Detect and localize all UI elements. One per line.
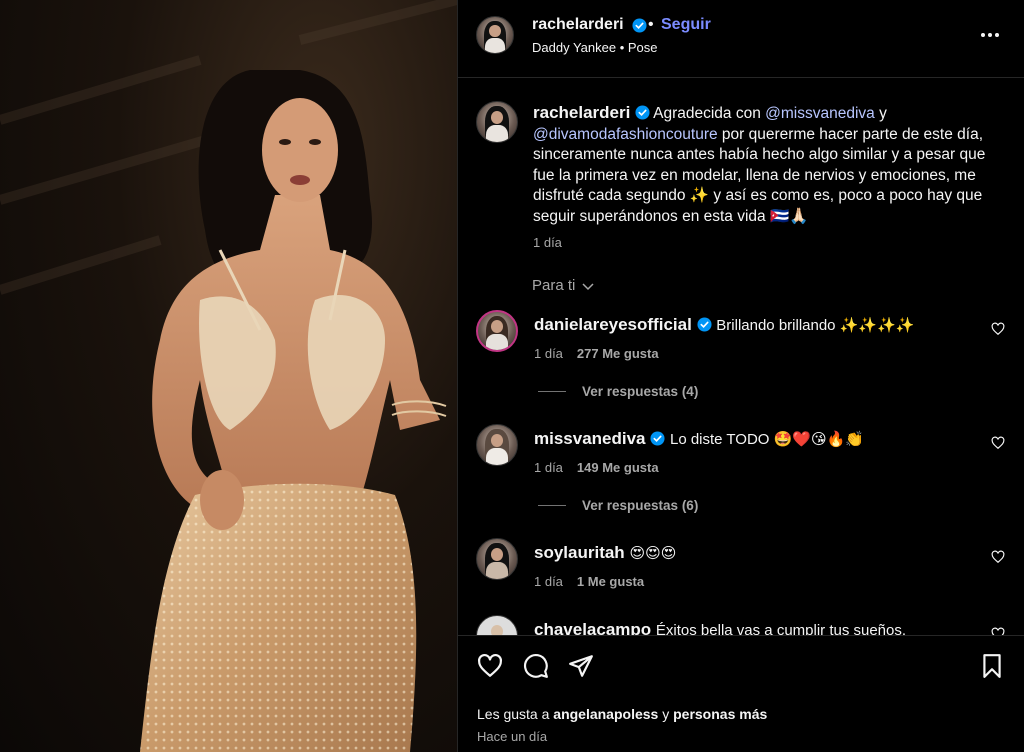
sort-label: Para ti xyxy=(532,277,576,294)
comment-meta: 1 día 1 Me gusta xyxy=(534,574,644,589)
commenter-avatar[interactable] xyxy=(476,424,518,466)
comment-icon[interactable] xyxy=(523,653,549,679)
post-timestamp[interactable]: Hace un día xyxy=(477,729,547,744)
comment-likes[interactable]: 277 Me gusta xyxy=(577,346,659,361)
likes-mid: y xyxy=(658,706,674,722)
heart-icon[interactable] xyxy=(991,550,1005,564)
mention-link[interactable]: @divamodafashioncouture xyxy=(533,126,718,143)
likes-suffix[interactable]: personas más xyxy=(673,706,767,722)
comment-item: soylauritah 😍😍😍 1 día 1 Me gusta xyxy=(458,538,1024,598)
caption-username[interactable]: rachelarderi xyxy=(533,103,630,122)
comment-username[interactable]: danielareyesofficial Brillando brillando… xyxy=(534,315,914,335)
share-icon[interactable] xyxy=(568,653,594,679)
comment-meta: 1 día 149 Me gusta xyxy=(534,460,659,475)
caption-text: y xyxy=(874,105,887,122)
view-replies-label: Ver respuestas (6) xyxy=(582,498,699,513)
comment-meta: 1 día 277 Me gusta xyxy=(534,346,659,361)
heart-icon[interactable] xyxy=(991,322,1005,336)
comment-likes[interactable]: 1 Me gusta xyxy=(577,574,644,589)
likes-summary[interactable]: Les gusta a angelanapoless y personas má… xyxy=(477,706,767,722)
separator-dot: • xyxy=(648,16,654,33)
comment-item: danielareyesofficial Brillando brillando… xyxy=(458,310,1024,370)
verified-badge-icon xyxy=(632,18,647,33)
comments-scroll-area[interactable]: rachelarderi Agradecida con @missvanediv… xyxy=(458,79,1024,635)
commenter-avatar[interactable] xyxy=(476,615,518,635)
heart-icon[interactable] xyxy=(477,653,503,679)
post-image[interactable] xyxy=(0,0,457,752)
likes-user[interactable]: angelanapoless xyxy=(553,706,658,722)
post-panel: rachelarderi • Seguir Daddy Yankee • Pos… xyxy=(457,0,1024,752)
comment-item: missvanediva Lo diste TODO 🤩❤️😘🔥👏 1 día … xyxy=(458,424,1024,484)
caption-text: Agradecida con xyxy=(649,105,766,122)
heart-icon[interactable] xyxy=(991,627,1005,635)
follow-button[interactable]: Seguir xyxy=(661,16,711,34)
comment-username-text: soylauritah xyxy=(534,543,625,562)
verified-badge-icon xyxy=(650,431,665,446)
audio-label[interactable]: Daddy Yankee • Pose xyxy=(532,40,658,55)
heart-icon[interactable] xyxy=(991,436,1005,450)
comment-likes[interactable]: 149 Me gusta xyxy=(577,460,659,475)
model-photo xyxy=(0,0,457,752)
comment-item: chavelacampo Éxitos bella vas a cumplir … xyxy=(458,615,1024,635)
author-avatar[interactable] xyxy=(476,16,514,54)
comment-username[interactable]: soylauritah 😍😍😍 xyxy=(534,543,676,563)
verified-badge-icon xyxy=(697,317,712,332)
chevron-down-icon xyxy=(582,282,594,290)
verified-badge-icon xyxy=(635,105,650,120)
comment-username-text: missvanediva xyxy=(534,429,646,448)
commenter-avatar[interactable] xyxy=(476,310,518,352)
comment-time[interactable]: 1 día xyxy=(534,574,563,589)
comment-text: 😍😍😍 xyxy=(629,545,677,562)
comment-text: Brillando brillando ✨✨✨✨ xyxy=(716,317,915,334)
mention-link[interactable]: @missvanediva xyxy=(765,105,875,122)
more-options-icon[interactable] xyxy=(979,24,1001,46)
view-replies-button[interactable]: Ver respuestas (6) xyxy=(538,498,698,513)
comment-text: Lo diste TODO 🤩❤️😘🔥👏 xyxy=(669,431,864,448)
post-caption: rachelarderi Agradecida con @missvanediv… xyxy=(533,103,1011,227)
caption-avatar[interactable] xyxy=(476,101,518,143)
comment-time[interactable]: 1 día xyxy=(534,460,563,475)
comment-username[interactable]: chavelacampo Éxitos bella vas a cumplir … xyxy=(534,620,906,635)
comment-username-text: chavelacampo xyxy=(534,620,652,635)
comment-text: Éxitos bella vas a cumplir tus sueños. xyxy=(655,622,907,635)
bookmark-icon[interactable] xyxy=(979,653,1005,679)
commenter-avatar[interactable] xyxy=(476,538,518,580)
comment-time[interactable]: 1 día xyxy=(534,346,563,361)
view-replies-label: Ver respuestas (4) xyxy=(582,384,699,399)
post-actions-footer: Les gusta a angelanapoless y personas má… xyxy=(458,635,1024,752)
author-username[interactable]: rachelarderi xyxy=(532,16,624,34)
replies-divider xyxy=(538,505,566,506)
post-header: rachelarderi • Seguir Daddy Yankee • Pos… xyxy=(458,0,1024,78)
replies-divider xyxy=(538,391,566,392)
sort-comments-dropdown[interactable]: Para ti xyxy=(532,277,595,294)
caption-time[interactable]: 1 día xyxy=(533,235,562,250)
comment-username[interactable]: missvanediva Lo diste TODO 🤩❤️😘🔥👏 xyxy=(534,429,864,449)
likes-prefix: Les gusta a xyxy=(477,706,554,722)
comment-username-text: danielareyesofficial xyxy=(534,315,692,334)
view-replies-button[interactable]: Ver respuestas (4) xyxy=(538,384,698,399)
